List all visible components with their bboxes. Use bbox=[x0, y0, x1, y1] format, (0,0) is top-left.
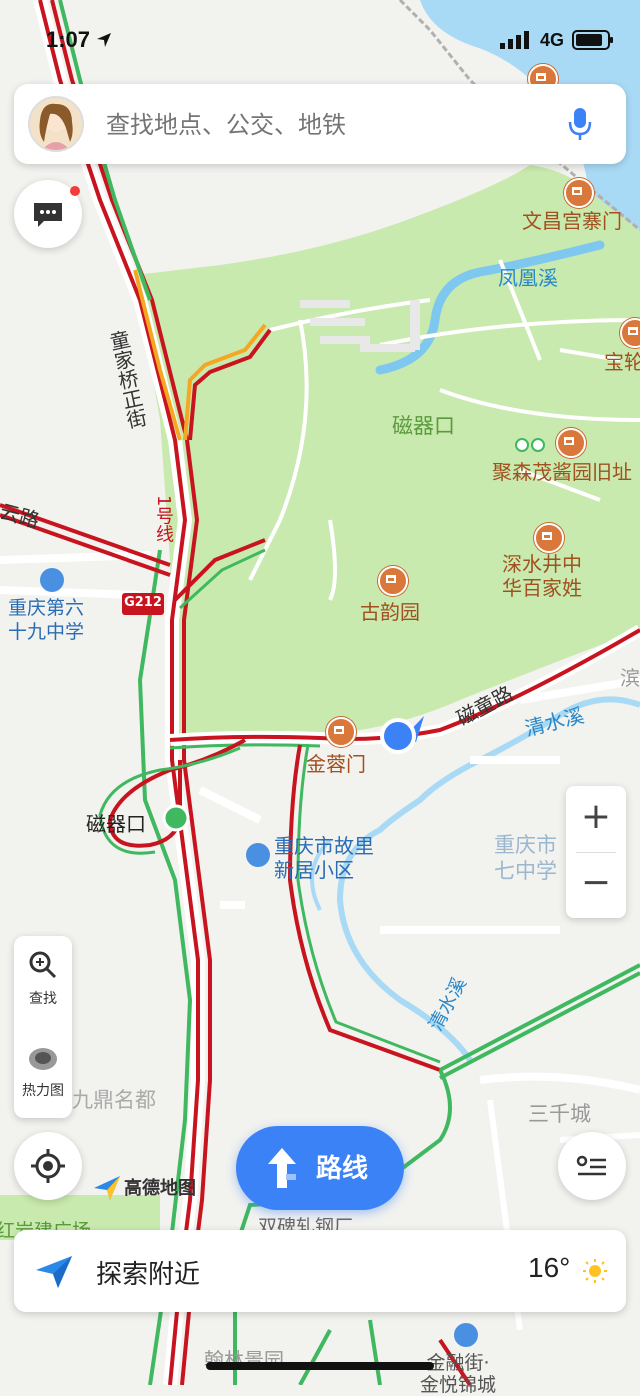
zoom-search-icon bbox=[29, 951, 57, 979]
label-wenchang-gate: 文昌宫寨门 bbox=[522, 209, 622, 233]
list-view-button[interactable] bbox=[558, 1132, 626, 1200]
message-button[interactable] bbox=[14, 180, 82, 248]
label-shenshuijing: 深水井中 华百家姓 bbox=[502, 552, 582, 600]
battery-icon bbox=[572, 30, 614, 50]
label-bao-lun: 宝轮 bbox=[604, 350, 640, 374]
paper-plane-icon bbox=[36, 1256, 72, 1288]
unread-dot bbox=[70, 186, 80, 196]
label-jinrong-street: 金融街· 金悦锦城 bbox=[420, 1352, 497, 1396]
school-pin-icon bbox=[40, 568, 64, 592]
tool-search[interactable]: 查找 bbox=[14, 950, 72, 1020]
zoom-out-button[interactable]: − bbox=[566, 852, 626, 918]
label-jinrong-gate: 金蓉门 bbox=[306, 752, 366, 776]
label-ciqikou-station: 磁器口 bbox=[86, 812, 146, 836]
gaode-logo-icon bbox=[94, 1176, 120, 1200]
crosshair-icon bbox=[31, 1149, 65, 1183]
zoom-in-button[interactable]: + bbox=[566, 786, 626, 852]
signal-icon bbox=[500, 31, 529, 49]
label-jiuding: 九鼎名都 bbox=[72, 1088, 156, 1112]
home-indicator[interactable] bbox=[206, 1362, 434, 1370]
route-button[interactable]: 路线 bbox=[236, 1126, 404, 1210]
my-location-dot bbox=[380, 718, 416, 754]
label-guli: 重庆市故里 新居小区 bbox=[274, 834, 374, 882]
label-school-7: 重庆市 七中学 bbox=[494, 833, 557, 883]
heatmap-icon bbox=[29, 1048, 57, 1070]
tool-heatmap-label: 热力图 bbox=[22, 1083, 64, 1099]
list-icon bbox=[576, 1155, 606, 1176]
status-time: 1:07 bbox=[46, 22, 112, 58]
tool-heatmap[interactable]: 热力图 bbox=[14, 1044, 72, 1114]
locate-button[interactable] bbox=[14, 1132, 82, 1200]
residence-pin-icon bbox=[246, 843, 270, 867]
poi-jusenmao-icon[interactable] bbox=[556, 428, 586, 458]
location-arrow-icon bbox=[97, 33, 112, 47]
label-guyun-garden: 古韵园 bbox=[360, 600, 420, 624]
poi-wenchang-icon[interactable] bbox=[564, 178, 594, 208]
label-sanqian: 三千城 bbox=[528, 1102, 591, 1126]
route-arrow-icon bbox=[268, 1148, 296, 1188]
finance-pin-icon bbox=[454, 1323, 478, 1347]
metro-station-icon bbox=[162, 804, 190, 832]
chat-bubble-icon bbox=[34, 203, 62, 227]
label-g212: G212 bbox=[124, 595, 162, 610]
explore-nearby-bar[interactable]: 探索附近 16° bbox=[14, 1230, 626, 1312]
label-bin: 滨 bbox=[620, 666, 640, 690]
poi-shenshuijing-icon[interactable] bbox=[534, 523, 564, 553]
search-bar[interactable] bbox=[14, 84, 626, 164]
temperature: 16° bbox=[528, 1252, 571, 1283]
label-fenghuang-creek: 凤凰溪 bbox=[498, 266, 558, 290]
microphone-icon[interactable] bbox=[568, 106, 592, 142]
gaode-logo: 高德地图 bbox=[92, 1172, 196, 1202]
route-button-label: 路线 bbox=[316, 1154, 369, 1184]
label-jusenmao: 聚森茂酱园旧址 bbox=[492, 460, 632, 484]
tool-search-label: 查找 bbox=[29, 991, 57, 1007]
avatar[interactable] bbox=[28, 96, 84, 152]
status-right: 4G bbox=[500, 22, 614, 58]
label-school-69: 重庆第六 十九中学 bbox=[8, 597, 85, 643]
tools-panel: 查找 热力图 bbox=[14, 936, 72, 1118]
poi-jinrong-icon[interactable] bbox=[326, 717, 356, 747]
explore-nearby-label: 探索附近 bbox=[96, 1260, 201, 1290]
network-type: 4G bbox=[540, 30, 565, 50]
zoom-controls: + − bbox=[566, 786, 626, 918]
label-ciqikou-park: 磁器口 bbox=[392, 414, 455, 438]
poi-guyun-icon[interactable] bbox=[378, 566, 408, 596]
search-input[interactable] bbox=[104, 104, 548, 146]
label-line1: 1号线 bbox=[153, 495, 174, 543]
sun-icon bbox=[583, 1259, 607, 1283]
